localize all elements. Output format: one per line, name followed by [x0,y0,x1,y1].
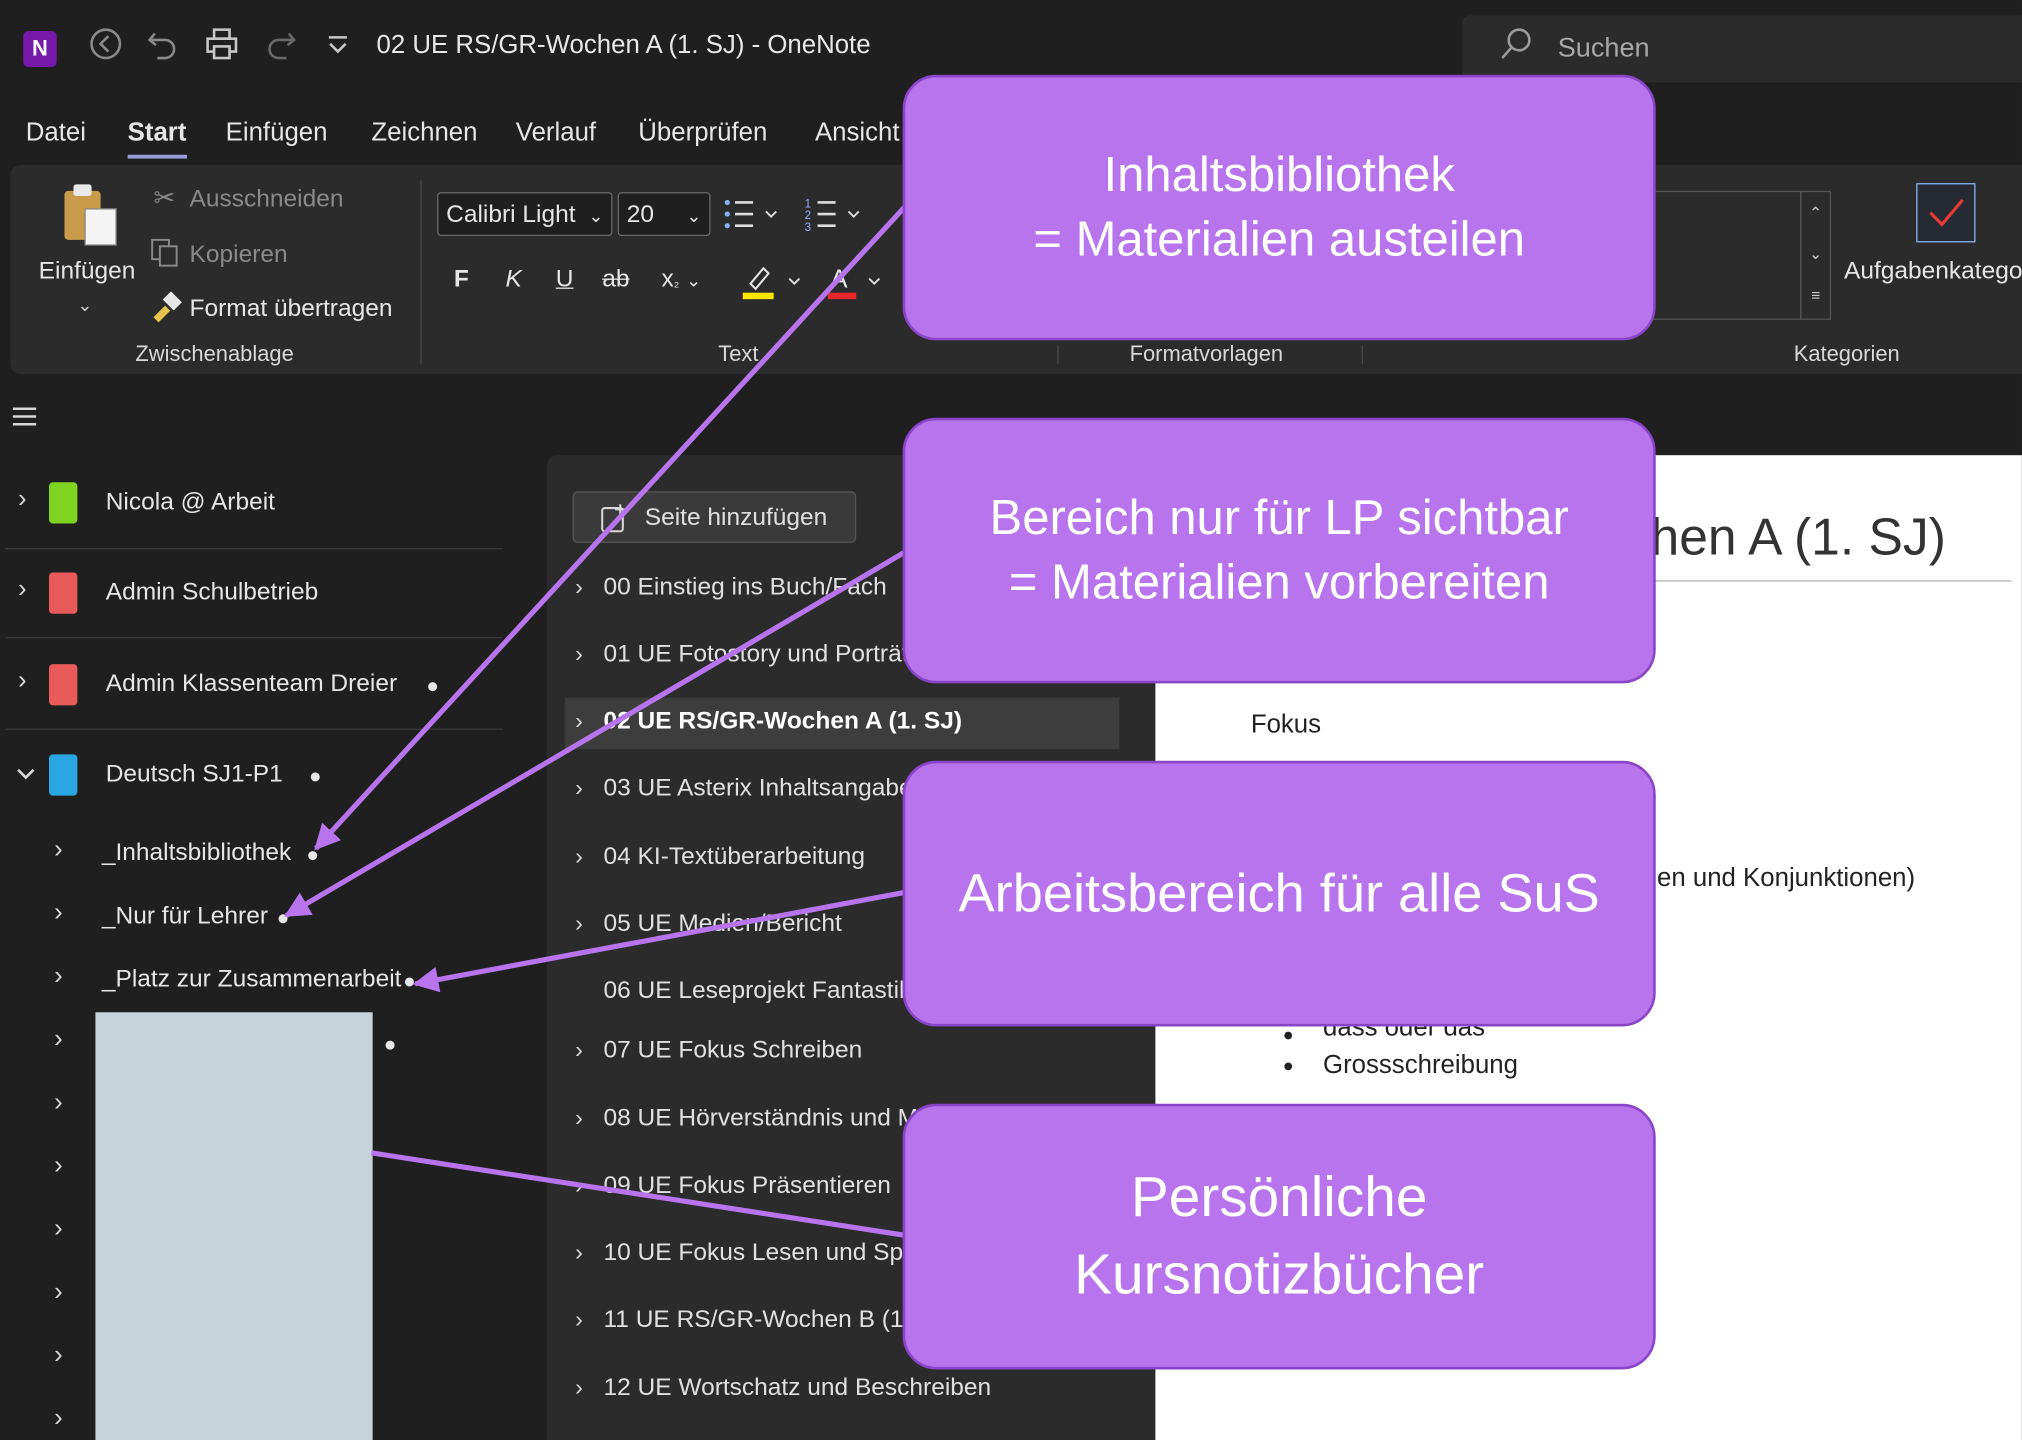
arrow-zusammenarbeit [412,889,906,993]
arrow-inhaltsbibliothek [314,204,908,851]
callout-line: Bereich nur für LP sichtbar [989,491,1569,546]
callout-arbeitsbereich: Arbeitsbereich für alle SuS [902,760,1656,1027]
callout-line: = Materialien austeilen [1033,212,1526,267]
line-kursnotizbuecher [370,1150,906,1238]
callout-line: Inhaltsbibliothek [1103,148,1455,203]
callout-line: Persönliche [1130,1165,1428,1229]
callout-line: Kursnotizbücher [1074,1243,1485,1307]
callout-kursnotizbuecher: Persönliche Kursnotizbücher [902,1103,1656,1370]
callout-line: Arbeitsbereich für alle SuS [958,862,1600,924]
callout-nur-lp: Bereich nur für LP sichtbar = Materialien… [902,417,1656,684]
callout-line: = Materialien vorbereiten [1008,555,1550,610]
arrow-nur-fuer-lehrer [284,549,907,918]
callout-inhaltsbibliothek: Inhaltsbibliothek = Materialien austeilen [902,74,1656,341]
